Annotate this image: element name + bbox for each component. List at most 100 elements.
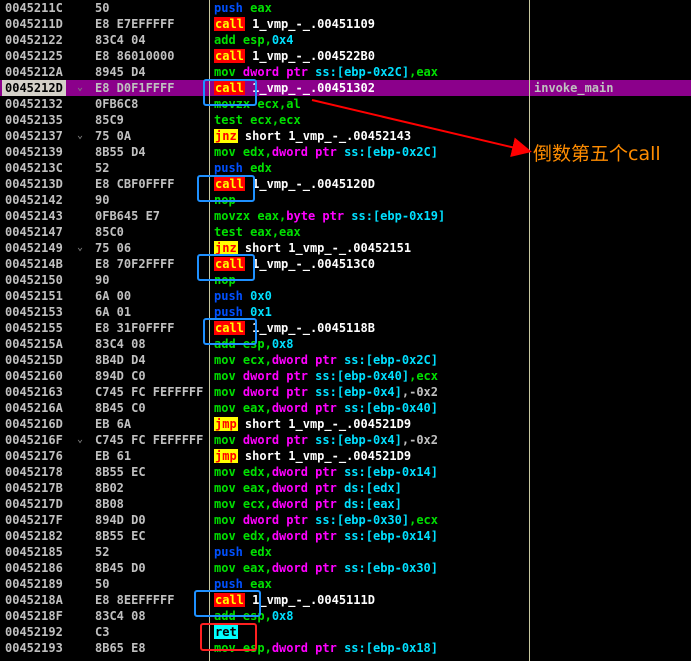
mnemonic: push (214, 305, 243, 319)
disasm-row[interactable]: 00452132 0FB6C8 movzx ecx,al (0, 96, 691, 112)
instruction: test ecx,ecx (214, 112, 301, 128)
disasm-row[interactable]: 00452178 8B55 EC mov edx,dword ptr ss:[ebp… (0, 464, 691, 480)
disasm-row[interactable]: 00452125 E8 86010000 call 1_vmp_-_.004522B… (0, 48, 691, 64)
address: 0045213D (5, 177, 63, 191)
disasm-row[interactable]: 00452149 ⌄ 75 06 jnz short 1_vmp_-_.0045215… (0, 240, 691, 256)
address: 00452122 (5, 33, 63, 47)
disasm-row[interactable]: 00452182 8B55 EC mov edx,dword ptr ss:[ebp… (0, 528, 691, 544)
operand: 0x8 (271, 609, 294, 623)
operand: dword ptr ss:[ebp-0x30] (271, 561, 439, 575)
jump-marker-icon: ⌄ (77, 82, 84, 93)
operand: 0x1 (250, 305, 272, 319)
address: 00452155 (5, 321, 63, 335)
operand: esp, (242, 33, 272, 47)
disasm-row[interactable]: 0045212A 8945 D4 mov dword ptr ss:[ebp-0x2… (0, 64, 691, 80)
disasm-row[interactable]: 0045215A 83C4 08 add esp,0x8 (0, 336, 691, 352)
operand: byte ptr ss:[ebp-0x19] (286, 209, 446, 223)
disasm-row[interactable]: 0045216A 8B45 C0 mov eax,dword ptr ss:[ebp… (0, 400, 691, 416)
disasm-row[interactable]: 0045217D 8B08 mov ecx,dword ptr ds:[eax] (0, 496, 691, 512)
disasm-row[interactable]: 0045213D E8 CBF0FFFF call 1_vmp_-_.0045120… (0, 176, 691, 192)
disasm-row[interactable]: 00452189 50 push eax (0, 576, 691, 592)
mnemonic: push (214, 289, 243, 303)
disasm-row[interactable]: 00452193 8B65 E8 mov esp,dword ptr ss:[ebp… (0, 640, 691, 656)
address: 00452160 (5, 369, 63, 383)
opcode-bytes: E8 E7EFFFFF (95, 17, 175, 31)
address: 0045216A (5, 401, 63, 415)
mnemonic: call (214, 49, 245, 63)
disasm-row[interactable]: 0045218F 83C4 08 add esp,0x8 (0, 608, 691, 624)
operand: 1_vmp_-_.0045120D (252, 177, 375, 191)
address: 0045215A (5, 337, 63, 351)
opcode-bytes: 85C9 (95, 113, 124, 127)
address: 00452143 (5, 209, 63, 223)
disasm-row[interactable]: 0045217B 8B02 mov eax,dword ptr ds:[edx] (0, 480, 691, 496)
operand: ,ecx (409, 513, 439, 527)
disasm-row[interactable]: 0045218A E8 8EEFFFFF call 1_vmp_-_.0045111… (0, 592, 691, 608)
disasm-row[interactable]: 0045215D 8B4D D4 mov ecx,dword ptr ss:[ebp… (0, 352, 691, 368)
opcode-bytes: E8 86010000 (95, 49, 175, 63)
disasm-row[interactable]: 00452160 894D C0 mov dword ptr ss:[ebp-0x4… (0, 368, 691, 384)
opcode-bytes: 8B55 EC (95, 529, 146, 543)
opcode-bytes: E8 31F0FFFF (95, 321, 175, 335)
opcode-bytes: 8B65 E8 (95, 641, 146, 655)
disasm-row[interactable]: 00452122 83C4 04 add esp,0x4 (0, 32, 691, 48)
disasm-row[interactable]: 00452185 52 push edx (0, 544, 691, 560)
disasm-row[interactable]: 00452186 8B45 D0 mov eax,dword ptr ss:[ebp… (0, 560, 691, 576)
disasm-row[interactable]: 0045217F 894D D0 mov dword ptr ss:[ebp-0x3… (0, 512, 691, 528)
opcode-bytes: 75 06 (95, 241, 132, 255)
disasm-row[interactable]: 00452147 85C0 test eax,eax (0, 224, 691, 240)
mnemonic: mov (214, 433, 236, 447)
address: 00452147 (5, 225, 63, 239)
operand: dword ptr ss:[ebp-0x40] (271, 401, 439, 415)
operand: eax, (242, 561, 272, 575)
disasm-row[interactable]: 00452142 90 nop (0, 192, 691, 208)
disasm-row[interactable]: 0045211D E8 E7EFFFFF call 1_vmp_-_.0045110… (0, 16, 691, 32)
mnemonic: jmp (214, 417, 238, 431)
address: 00452153 (5, 305, 63, 319)
call-highlight-box (203, 79, 257, 106)
ret-highlight-box (200, 623, 257, 651)
instruction: add esp,0x4 (214, 32, 294, 48)
annotation-label: 倒数第五个call (533, 143, 661, 165)
disasm-row[interactable]: 00452153 6A 01 push 0x1 (0, 304, 691, 320)
mnemonic: call (214, 17, 245, 31)
disasm-row[interactable]: 00452163 C745 FC FEFFFFF mov dword ptr ss:… (0, 384, 691, 400)
opcode-bytes: EB 6A (95, 417, 132, 431)
disasm-row[interactable]: 0045216F ⌄ C745 FC FEFFFFF mov dword ptr ss… (0, 432, 691, 448)
address: 0045213C (5, 161, 63, 175)
disasm-row[interactable]: 0045216D EB 6A jmp short 1_vmp_-_.004521D9 (0, 416, 691, 432)
disasm-row[interactable]: 00452155 E8 31F0FFFF call 1_vmp_-_.0045118… (0, 320, 691, 336)
disasm-row[interactable]: 00452151 6A 00 push 0x0 (0, 288, 691, 304)
instruction: mov dword ptr ss:[ebp-0x4],-0x2 (214, 384, 438, 400)
mnemonic: jnz (214, 241, 238, 255)
disasm-row[interactable]: 00452192 C3 ret (0, 624, 691, 640)
disassembly-view[interactable]: 0045211C 50 push eax 0045211D E8 E7EFFFFF cal… (0, 0, 691, 661)
address: 00452149 (5, 241, 63, 255)
instruction: mov eax,dword ptr ss:[ebp-0x30] (214, 560, 438, 576)
address: 00452132 (5, 97, 63, 111)
operand: dword ptr ss:[ebp-0x2C] (271, 353, 439, 367)
mnemonic: mov (214, 561, 236, 575)
opcode-bytes: 6A 01 (95, 305, 132, 319)
opcode-bytes: 0FB645 E7 (95, 209, 161, 223)
operand: short 1_vmp_-_.004521D9 (244, 449, 412, 463)
address: 0045212D (2, 80, 66, 96)
disasm-row[interactable]: 0045211C 50 push eax (0, 0, 691, 16)
disasm-row[interactable]: 0045214B E8 70F2FFFF call 1_vmp_-_.004513C… (0, 256, 691, 272)
address: 0045217D (5, 497, 63, 511)
opcode-bytes: C3 (95, 625, 110, 639)
opcode-bytes: 0FB6C8 (95, 97, 139, 111)
disasm-row[interactable]: 0045212D ⌄ E8 D0F1FFFF call 1_vmp_-_.004513… (0, 80, 691, 96)
opcode-bytes: EB 61 (95, 449, 132, 463)
opcode-bytes: E8 70F2FFFF (95, 257, 175, 271)
mnemonic: jmp (214, 449, 238, 463)
address: 00452163 (5, 385, 63, 399)
disasm-row[interactable]: 00452176 EB 61 jmp short 1_vmp_-_.004521D9 (0, 448, 691, 464)
disasm-row[interactable]: 00452135 85C9 test ecx,ecx (0, 112, 691, 128)
operand: dword ptr ss:[ebp-0x14] (271, 465, 439, 479)
disasm-row[interactable]: 00452143 0FB645 E7 movzx eax,byte ptr ss:[… (0, 208, 691, 224)
opcode-bytes: 83C4 04 (95, 33, 146, 47)
disasm-row[interactable]: 00452150 90 nop (0, 272, 691, 288)
operand: eax (250, 577, 272, 591)
operand: eax, (257, 209, 287, 223)
